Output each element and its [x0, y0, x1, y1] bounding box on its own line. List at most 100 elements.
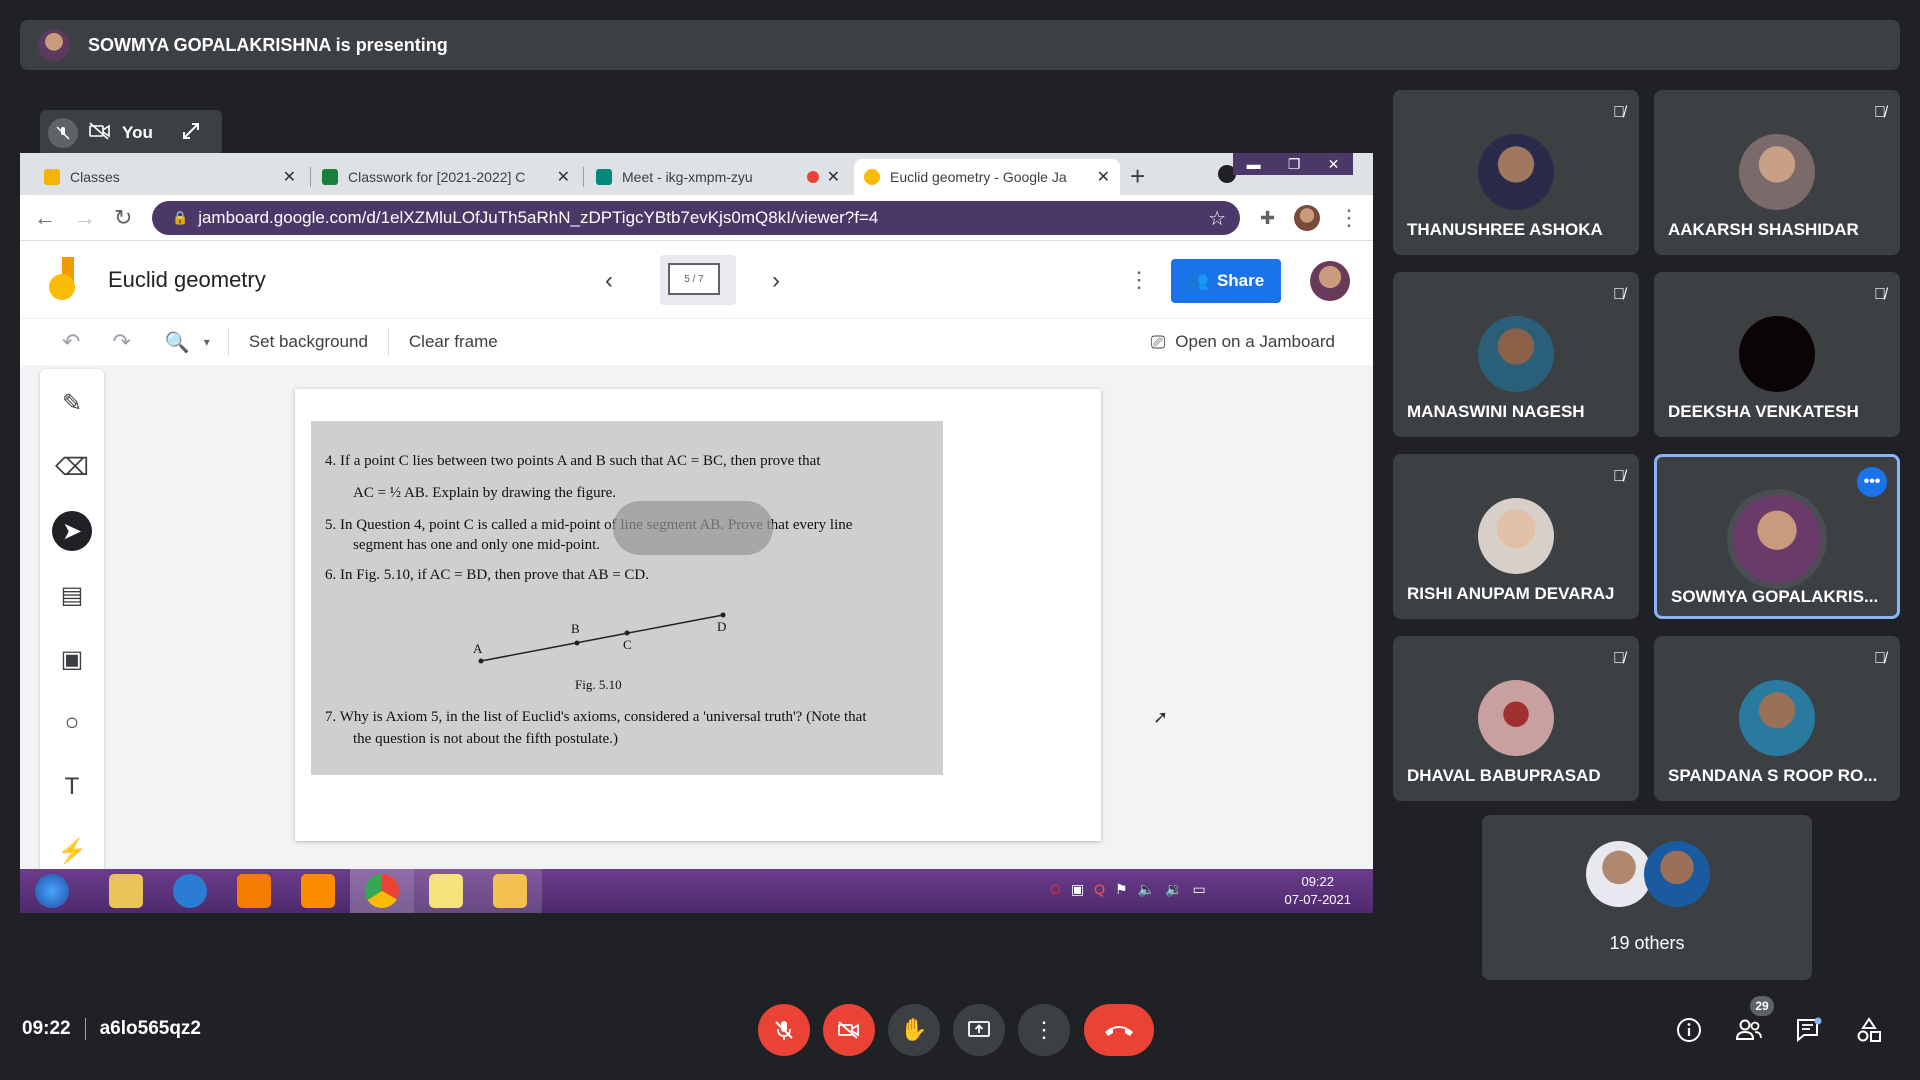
tab-meet[interactable]: Meet - ikg-xmpm-zyu ✕ [586, 159, 850, 195]
people-icon[interactable] [1731, 1012, 1767, 1048]
participant-tile[interactable]: 🎙̸ RISHI ANUPAM DEVARAJ [1393, 454, 1639, 619]
file-explorer-icon[interactable] [94, 869, 158, 913]
address-bar[interactable]: 🔒 jamboard.google.com/d/1elXZMluLOfJuTh5… [152, 201, 1240, 235]
url-text: jamboard.google.com/d/1elXZMluLOfJuTh5aR… [198, 208, 879, 227]
pen-icon[interactable]: ✎ [52, 383, 92, 423]
participant-tile-active-speaker[interactable]: ••• SOWMYA GOPALAKRIS... [1654, 454, 1900, 619]
present-screen-icon [968, 1021, 990, 1037]
sticky-note-icon[interactable]: ▤ [52, 575, 92, 615]
eraser-icon[interactable]: ⌫ [52, 447, 92, 487]
q-tray-icon[interactable]: Q [1094, 881, 1105, 898]
next-frame-button[interactable]: › [772, 267, 780, 295]
shared-screen: Classes ✕ Classwork for [2021-2022] C ✕ … [20, 153, 1373, 913]
people-icon: 👥 [1187, 271, 1209, 290]
participant-tile[interactable]: 🎙̸ AAKARSH SHASHIDAR [1654, 90, 1900, 255]
back-icon[interactable]: ← [34, 205, 56, 231]
tray-app-icon[interactable]: ▣ [1071, 881, 1084, 898]
set-background-button[interactable]: Set background [249, 332, 368, 352]
window-controls: ▬ ❐ ✕ [1233, 153, 1353, 175]
more-options-icon[interactable]: ••• [1857, 467, 1887, 497]
self-view-chip[interactable]: You [40, 110, 222, 156]
profile-avatar[interactable] [1294, 205, 1320, 231]
chrome-icon[interactable] [350, 869, 414, 913]
sticky-notes-icon[interactable] [414, 869, 478, 913]
internet-explorer-icon[interactable] [158, 869, 222, 913]
open-on-jamboard-button[interactable]: Open on a Jamboard [1175, 332, 1335, 352]
textbook-page-image: 4. If a point C lies between two points … [311, 421, 943, 775]
folder-icon[interactable] [478, 869, 542, 913]
frame-picker[interactable]: 5 / 7 [660, 255, 736, 305]
text-box-icon[interactable]: T [52, 767, 92, 807]
redo-icon[interactable]: ↷ [112, 329, 130, 355]
opera-icon[interactable]: O [1050, 881, 1061, 898]
participant-count-badge: 29 [1750, 996, 1774, 1016]
circle-icon[interactable]: ○ [52, 703, 92, 743]
zoom-icon[interactable]: 🔍 [165, 330, 190, 355]
others-tile[interactable]: 19 others [1482, 815, 1812, 980]
expand-icon[interactable] [181, 121, 201, 146]
clear-frame-button[interactable]: Clear frame [409, 332, 498, 352]
meeting-details-icon[interactable] [1671, 1012, 1707, 1048]
mic-toggle-button[interactable] [758, 1004, 810, 1056]
laser-icon[interactable]: ⚡ [52, 831, 92, 871]
camera-off-icon[interactable] [88, 121, 112, 145]
network-icon[interactable]: ▭ [1192, 881, 1205, 898]
undo-icon[interactable]: ↶ [62, 329, 80, 355]
minimize-icon[interactable]: ▬ [1247, 156, 1261, 172]
tab-classes[interactable]: Classes ✕ [34, 159, 306, 195]
avatar [1478, 498, 1554, 574]
participant-tile[interactable]: 🎙̸ SPANDANA S ROOP RO... [1654, 636, 1900, 801]
speaker-muted-icon[interactable]: 🔈 [1138, 881, 1155, 898]
tab-jamboard[interactable]: Euclid geometry - Google Ja ✕ [854, 159, 1120, 195]
taskbar-clock[interactable]: 09:22 07-07-2021 [1285, 873, 1352, 909]
prev-frame-button[interactable]: ‹ [605, 267, 613, 295]
reload-icon[interactable]: ↻ [114, 205, 132, 231]
participant-tile[interactable]: 🎙̸ DEEKSHA VENKATESH [1654, 272, 1900, 437]
close-icon[interactable]: ✕ [557, 167, 570, 187]
share-button[interactable]: 👥 Share [1171, 259, 1281, 303]
more-options-button[interactable]: ⋮ [1018, 1004, 1070, 1056]
meeting-code[interactable]: a6lo565qz2 [100, 1018, 201, 1040]
browser-menu-icon[interactable]: ⋮ [1338, 205, 1360, 231]
mic-off-icon [775, 1021, 793, 1040]
forward-icon[interactable]: → [74, 205, 96, 231]
participant-tile[interactable]: 🎙̸ DHAVAL BABUPRASAD [1393, 636, 1639, 801]
more-vert-icon: ⋮ [1033, 1017, 1055, 1042]
volume-icon[interactable]: 🔉 [1165, 881, 1182, 898]
zoom-dropdown-icon[interactable]: ▾ [204, 335, 210, 349]
extensions-icon[interactable]: ✚ [1260, 208, 1275, 229]
frame-indicator: 5 / 7 [668, 263, 720, 295]
q-app-icon[interactable] [222, 869, 286, 913]
participant-tile[interactable]: 🎙̸ THANUSHREE ASHOKA [1393, 90, 1639, 255]
image-icon[interactable]: ▣ [52, 639, 92, 679]
restore-icon[interactable]: ❐ [1288, 156, 1301, 173]
mic-off-icon[interactable] [48, 118, 78, 148]
more-options-icon[interactable]: ⋮ [1128, 267, 1150, 293]
start-button[interactable] [20, 869, 84, 913]
close-icon[interactable]: ✕ [1097, 167, 1110, 187]
mic-off-icon: 🎙̸ [1613, 286, 1625, 303]
figure-caption: Fig. 5.10 [575, 677, 622, 692]
account-avatar[interactable] [1310, 261, 1350, 301]
new-tab-icon[interactable]: + [1130, 161, 1145, 192]
camera-toggle-button[interactable] [823, 1004, 875, 1056]
media-player-icon[interactable] [286, 869, 350, 913]
close-icon[interactable]: ✕ [283, 167, 296, 187]
chat-icon[interactable] [1791, 1012, 1827, 1048]
tab-classwork[interactable]: Classwork for [2021-2022] C ✕ [312, 159, 580, 195]
flag-icon[interactable]: ⚑ [1115, 881, 1128, 898]
present-now-button[interactable] [953, 1004, 1005, 1056]
select-icon[interactable]: ➤ [52, 511, 92, 551]
window-close-icon[interactable]: ✕ [1328, 156, 1340, 173]
participant-tile[interactable]: 🎙̸ MANASWINI NAGESH [1393, 272, 1639, 437]
bookmark-star-icon[interactable]: ☆ [1208, 206, 1226, 231]
meeting-time: 09:22 [22, 1018, 71, 1039]
jam-title[interactable]: Euclid geometry [108, 267, 266, 293]
jam-toolbar: ↶ ↷ 🔍 ▾ Set background Clear frame ⎚ Ope… [20, 319, 1373, 365]
presenter-avatar [38, 29, 70, 61]
leave-call-button[interactable] [1084, 1004, 1154, 1056]
raise-hand-button[interactable]: ✋ [888, 1004, 940, 1056]
mic-off-icon: 🎙̸ [1874, 286, 1886, 303]
activities-icon[interactable] [1851, 1012, 1887, 1048]
close-icon[interactable]: ✕ [827, 167, 840, 187]
